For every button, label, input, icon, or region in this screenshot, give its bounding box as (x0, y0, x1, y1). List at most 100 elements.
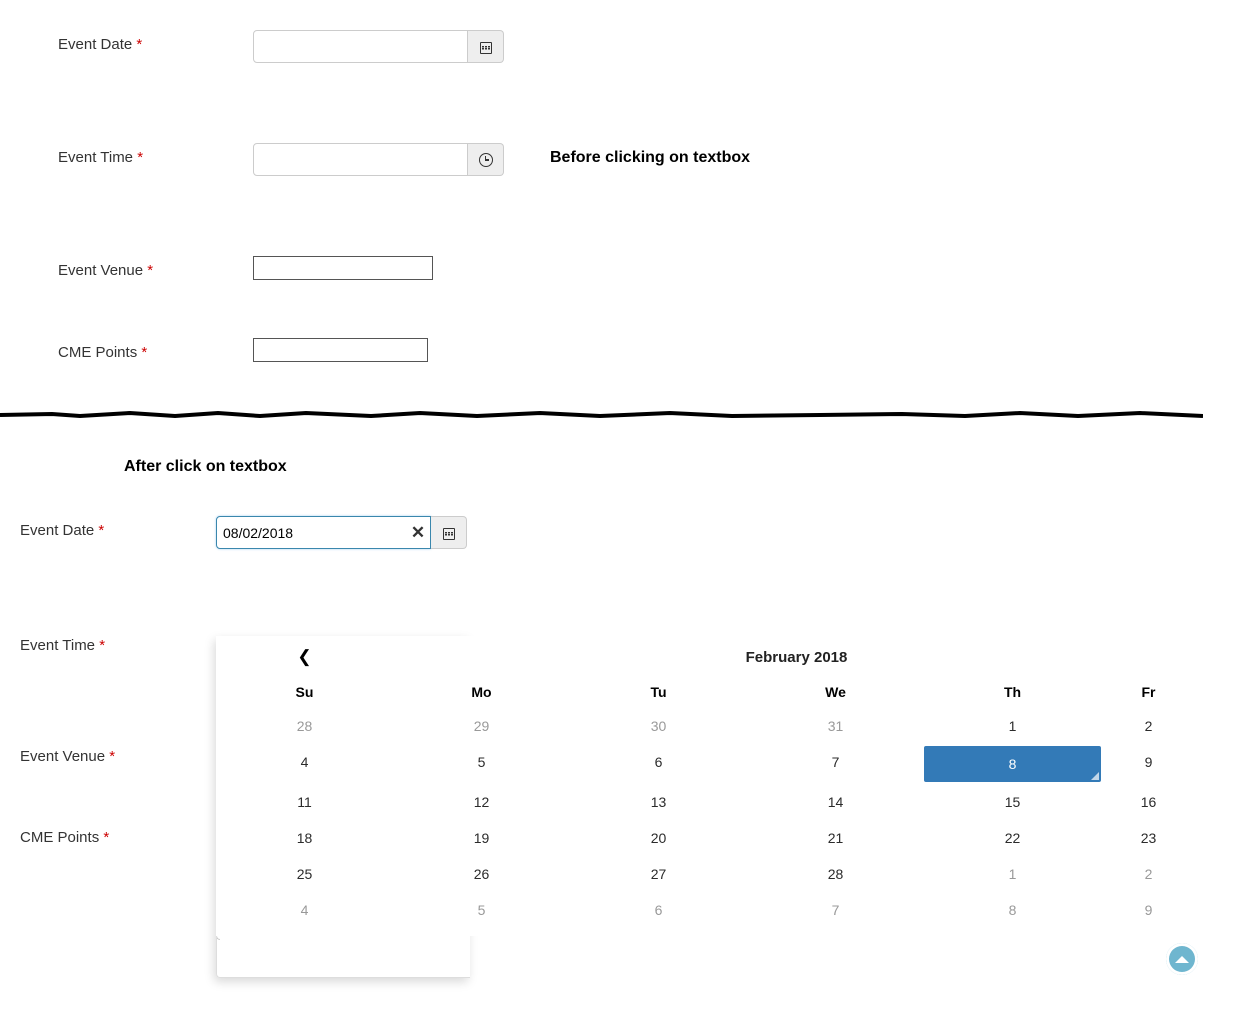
calendar-day[interactable]: 23 (1101, 820, 1196, 856)
event-date-input-group: ✕ (216, 516, 467, 549)
required-marker: * (136, 36, 142, 53)
event-venue-label: Event Venue * (20, 742, 216, 765)
label-text: CME Points (20, 829, 99, 846)
calendar-day[interactable]: 26 (393, 856, 570, 892)
event-venue-row: Event Venue * (58, 256, 1256, 280)
event-date-input-active[interactable] (216, 516, 431, 549)
event-date-input[interactable] (253, 30, 468, 63)
cme-points-label: CME Points * (58, 338, 253, 361)
calendar-day[interactable]: 2 (1101, 708, 1196, 744)
calendar-day[interactable]: 1 (924, 856, 1101, 892)
event-venue-label: Event Venue * (58, 256, 253, 279)
event-date-row-after: Event Date * ✕ (20, 516, 1256, 549)
calendar-day[interactable]: 9 (1101, 744, 1196, 784)
required-marker: * (141, 344, 147, 361)
scroll-to-top-button[interactable] (1166, 943, 1198, 975)
calendar-day[interactable]: 6 (570, 744, 747, 784)
calendar-day[interactable]: 12 (393, 784, 570, 820)
before-section: Event Date * Event Time * Before clickin… (0, 0, 1256, 410)
cme-points-input[interactable] (253, 338, 428, 362)
event-date-input-group (253, 30, 504, 63)
calendar-day[interactable]: 11 (216, 784, 393, 820)
calendar-day[interactable]: 28 (216, 708, 393, 744)
datepicker-dropdown: ❮ February 2018 SuMoTuWeThFr 28293031124… (216, 636, 1200, 936)
calendar-icon (479, 40, 493, 54)
cme-points-label: CME Points * (20, 823, 216, 846)
required-marker: * (103, 829, 109, 846)
before-note: Before clicking on textbox (550, 143, 750, 167)
clock-icon (479, 153, 493, 167)
event-time-row: Event Time * Before clicking on textbox (58, 143, 1256, 176)
calendar-day[interactable]: 18 (216, 820, 393, 856)
clear-date-icon[interactable]: ✕ (404, 516, 432, 549)
calendar-dow-cell: Mo (393, 676, 570, 708)
calendar-day[interactable]: 25 (216, 856, 393, 892)
cme-points-row: CME Points * (58, 338, 1256, 362)
calendar-week-row: 181920212223 (216, 820, 1200, 856)
calendar-body: 2829303112456789111213141516181920212223… (216, 708, 1200, 928)
calendar-day[interactable]: 8 (924, 892, 1101, 928)
calendar-day[interactable]: 30 (570, 708, 747, 744)
calendar-dow-cell: Su (216, 676, 393, 708)
calendar-day[interactable]: 20 (570, 820, 747, 856)
label-text: Event Time (20, 637, 95, 654)
calendar-addon[interactable] (431, 516, 467, 549)
calendar-day[interactable]: 4 (216, 744, 393, 784)
calendar-day[interactable]: 7 (747, 744, 924, 784)
required-marker: * (147, 262, 153, 279)
label-text: CME Points (58, 344, 137, 361)
event-time-input-group (253, 143, 504, 176)
calendar-dow-cell: Tu (570, 676, 747, 708)
calendar-day[interactable]: 22 (924, 820, 1101, 856)
calendar-day[interactable]: 4 (216, 892, 393, 928)
label-text: Event Venue (58, 262, 143, 279)
label-text: Event Date (20, 522, 94, 539)
event-date-label: Event Date * (58, 30, 253, 53)
event-time-label: Event Time * (20, 631, 216, 654)
calendar-day[interactable]: 31 (747, 708, 924, 744)
calendar-week-row: 2526272812 (216, 856, 1200, 892)
required-marker: * (109, 748, 115, 765)
calendar-day[interactable]: 15 (924, 784, 1101, 820)
calendar-day[interactable]: 21 (747, 820, 924, 856)
calendar-day[interactable]: 27 (570, 856, 747, 892)
prev-month-button[interactable]: ❮ (216, 647, 393, 667)
required-marker: * (99, 637, 105, 654)
event-time-label: Event Time * (58, 143, 253, 166)
label-text: Event Venue (20, 748, 105, 765)
calendar-day[interactable]: 16 (1101, 784, 1196, 820)
required-marker: * (98, 522, 104, 539)
calendar-week-row: 456789 (216, 892, 1200, 928)
calendar-day[interactable]: 7 (747, 892, 924, 928)
calendar-dow-cell: We (747, 676, 924, 708)
calendar-day[interactable]: 19 (393, 820, 570, 856)
section-divider (0, 410, 1203, 418)
after-note: After click on textbox (124, 458, 1256, 476)
calendar-day[interactable]: 13 (570, 784, 747, 820)
calendar-day[interactable]: 5 (393, 892, 570, 928)
event-date-row: Event Date * (58, 30, 1256, 63)
calendar-header: ❮ February 2018 (216, 642, 1200, 672)
calendar-day[interactable]: 28 (747, 856, 924, 892)
calendar-title[interactable]: February 2018 (393, 649, 1200, 666)
calendar-day[interactable]: 9 (1101, 892, 1196, 928)
event-venue-input[interactable] (253, 256, 433, 280)
calendar-week-row: 111213141516 (216, 784, 1200, 820)
event-time-input[interactable] (253, 143, 468, 176)
calendar-day[interactable]: 2 (1101, 856, 1196, 892)
datepicker-inner: ❮ February 2018 SuMoTuWeThFr 28293031124… (216, 636, 1200, 936)
calendar-icon (442, 526, 456, 540)
calendar-day[interactable]: 5 (393, 744, 570, 784)
calendar-dow-cell: Th (924, 676, 1101, 708)
calendar-day[interactable]: 1 (924, 708, 1101, 744)
calendar-day[interactable]: 29 (393, 708, 570, 744)
clock-addon[interactable] (468, 143, 504, 176)
calendar-week-row: 456789 (216, 744, 1200, 784)
calendar-day[interactable]: 8 (924, 746, 1101, 782)
chevron-left-icon: ❮ (297, 647, 311, 666)
calendar-addon[interactable] (468, 30, 504, 63)
event-date-label: Event Date * (20, 516, 216, 539)
calendar-dow-cell: Fr (1101, 676, 1196, 708)
calendar-day[interactable]: 6 (570, 892, 747, 928)
calendar-day[interactable]: 14 (747, 784, 924, 820)
